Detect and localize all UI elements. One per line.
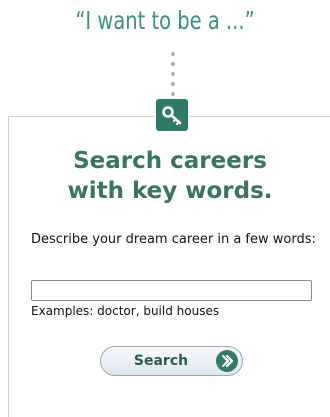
- search-button-label: Search: [133, 353, 189, 369]
- panel-heading: Search careers with key words.: [0, 146, 330, 206]
- key-icon: [154, 97, 190, 133]
- search-description: Describe your dream career in a few word…: [31, 232, 316, 247]
- heading-line-2: with key words.: [67, 178, 273, 204]
- keyword-search-input[interactable]: [31, 280, 312, 301]
- heading-line-1: Search careers: [73, 148, 267, 174]
- search-examples: Examples: doctor, build houses: [31, 304, 220, 318]
- dotted-connector: [170, 52, 176, 102]
- search-button[interactable]: Search: [100, 346, 243, 376]
- tagline-quote: “I want to be a ...”: [75, 6, 255, 35]
